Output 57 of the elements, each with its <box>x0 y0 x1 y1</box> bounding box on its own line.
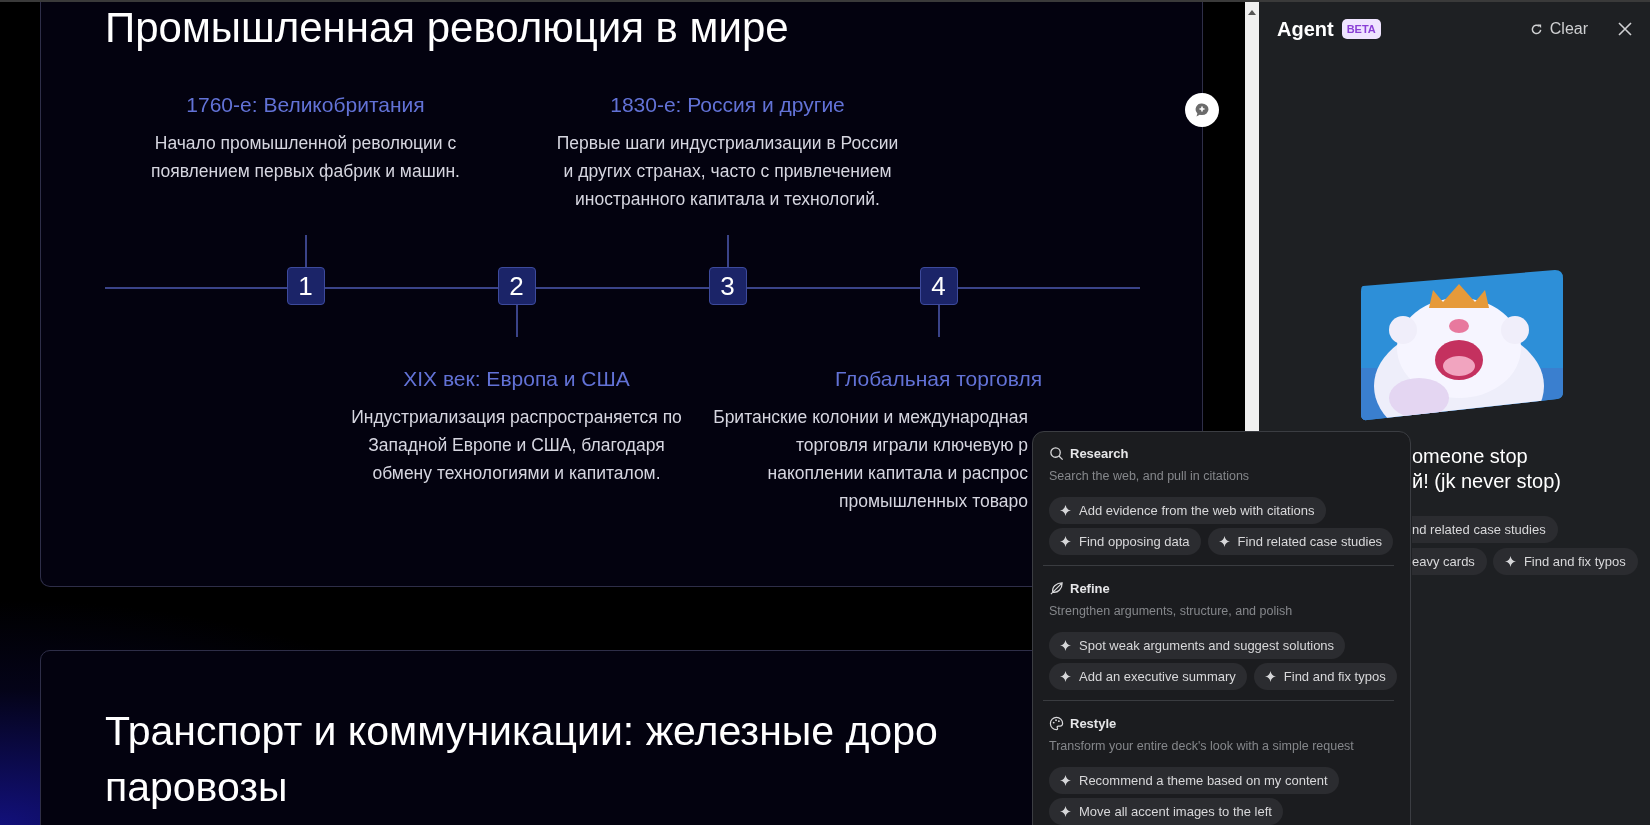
suggestion-chip[interactable]: Add evidence from the web with citations <box>1049 497 1326 524</box>
timeline-description: Начало промышленной революции с появлением первых фабрик и машин. <box>151 132 460 183</box>
refresh-icon <box>1529 22 1543 36</box>
panel-title: Agent <box>1277 17 1334 41</box>
section-title: Research <box>1070 446 1129 461</box>
step-number: 4 <box>919 267 958 305</box>
sparkle-icon <box>1060 775 1071 786</box>
suggestion-chip[interactable]: nd related case studies <box>1412 516 1558 543</box>
search-icon <box>1049 446 1064 461</box>
close-button[interactable] <box>1618 22 1632 36</box>
section-title: Restyle <box>1070 716 1117 731</box>
timeline-description: Британские колонии и международная торговля играли ключевую р накоплении капитала и распрос промышленных товаро <box>713 406 1028 513</box>
slide-title: Промышленная революция в мире <box>105 3 790 53</box>
palette-icon <box>1049 716 1064 731</box>
suggestion-chip[interactable]: Find related case studies <box>1207 528 1394 555</box>
beta-badge: BETA <box>1341 19 1381 39</box>
slide-title: Транспорт и коммуникации: железные доро паровозы <box>105 707 938 812</box>
step-number: 2 <box>497 267 536 305</box>
timeline-heading: XIX век: Европа и США <box>403 367 630 391</box>
suggestion-chip[interactable]: Move all accent images to the left <box>1049 798 1283 825</box>
timeline-description: Индустриализация распространяется по Западной Европе и США, благодаря обмену технологиями и капиталом. <box>351 406 682 485</box>
suggestion-chip[interactable]: Find and fix typos <box>1492 548 1638 575</box>
timeline-heading: 1760-е: Великобритания <box>186 93 425 117</box>
suggestion-chip[interactable]: eavy cards <box>1412 548 1487 575</box>
clear-button[interactable]: Clear <box>1529 20 1588 38</box>
connector-line <box>304 235 307 267</box>
suggestion-chip[interactable]: Recommend a theme based on my content <box>1049 767 1339 794</box>
step-number: 1 <box>286 267 325 305</box>
scroll-up-icon[interactable] <box>1248 10 1256 15</box>
step-number: 3 <box>708 267 747 305</box>
section-title: Refine <box>1070 581 1110 596</box>
add-comment-button[interactable] <box>1185 93 1219 127</box>
suggestion-chip[interactable]: Spot weak arguments and suggest solutions <box>1049 632 1346 659</box>
connector-line <box>515 305 518 337</box>
suggestion-chip[interactable]: Find opposing data <box>1049 528 1201 555</box>
section-description: Transform your entire deck's look with a simple request <box>1049 739 1355 753</box>
timeline-heading: Глобальная торговля <box>834 367 1043 391</box>
sparkle-icon <box>1060 671 1071 682</box>
feather-icon <box>1049 581 1064 596</box>
sparkle-icon <box>1264 671 1276 682</box>
close-icon <box>1618 22 1632 36</box>
section-description: Strengthen arguments, structure, and polish <box>1049 604 1294 618</box>
connector-line <box>726 235 729 267</box>
message-text: omeone stop й! (jk never stop) <box>1412 444 1562 494</box>
sparkle-icon <box>1218 536 1230 547</box>
sparkle-icon <box>1060 640 1071 651</box>
suggestion-chip[interactable]: Add an executive summary <box>1049 663 1247 690</box>
timeline-heading: 1830-е: Россия и другие <box>610 93 845 117</box>
sparkle-icon <box>1060 806 1071 817</box>
section-description: Search the web, and pull in citations <box>1049 469 1251 483</box>
connector-line <box>937 305 940 337</box>
sparkle-icon <box>1504 556 1516 567</box>
comment-icon <box>1194 102 1210 118</box>
suggestion-chip[interactable]: Find and fix typos <box>1253 663 1397 690</box>
sparkle-icon <box>1060 536 1071 547</box>
sparkle-icon <box>1060 505 1071 516</box>
timeline-description: Первые шаги индустриализации в России и других странах, часто с привлечением иностранного капитала и технологий. <box>556 132 899 211</box>
